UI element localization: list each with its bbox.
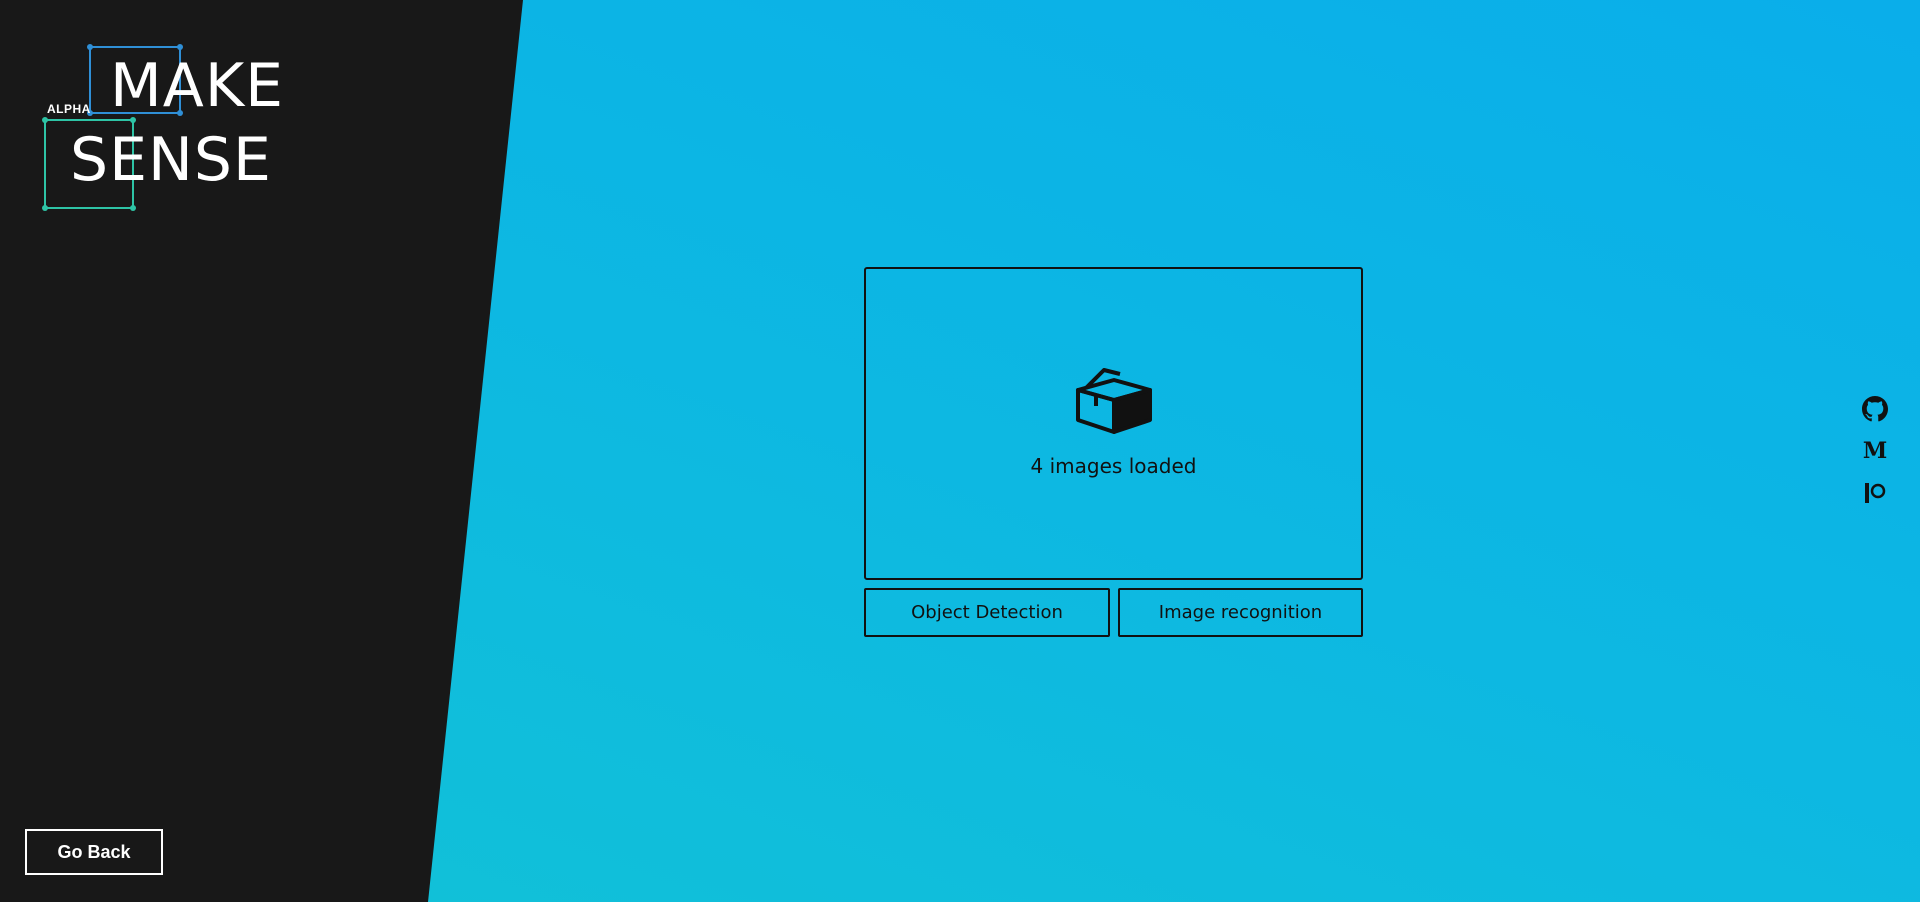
image-drop-zone[interactable]: 4 images loaded: [864, 267, 1363, 580]
app-logo: ALPHA MAKE SENSE: [40, 40, 290, 220]
medium-icon: M: [1862, 438, 1888, 464]
social-links: M: [1860, 395, 1890, 521]
logo-sense-text: SENSE: [70, 125, 272, 195]
go-back-button[interactable]: Go Back: [25, 829, 163, 875]
logo-make-text: MAKE: [110, 51, 285, 121]
box-icon: [1075, 367, 1152, 434]
patreon-icon: [1865, 483, 1886, 503]
object-detection-button[interactable]: Object Detection: [864, 588, 1110, 637]
images-loaded-status: 4 images loaded: [1030, 453, 1197, 478]
image-recognition-button[interactable]: Image recognition: [1118, 588, 1363, 637]
patreon-link[interactable]: [1861, 479, 1889, 507]
medium-link[interactable]: M: [1861, 437, 1889, 465]
github-link[interactable]: [1861, 395, 1889, 423]
page: ALPHA MAKE SENSE Go Back 4 images loaded…: [0, 0, 1920, 902]
github-icon: [1862, 396, 1888, 422]
logo-alpha-text: ALPHA: [47, 102, 91, 116]
